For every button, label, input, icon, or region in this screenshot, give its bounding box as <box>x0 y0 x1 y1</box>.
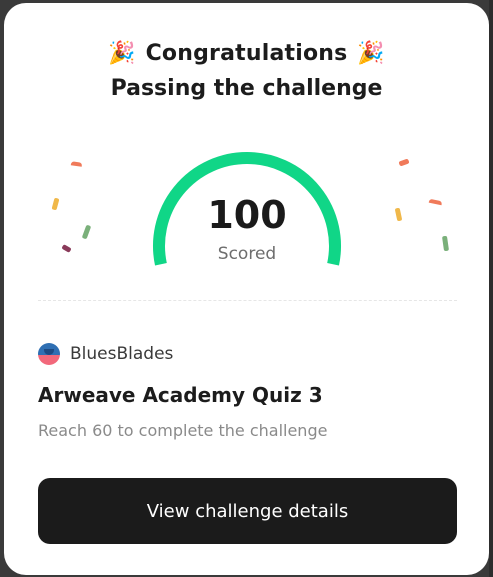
score-gauge: 100 Scored <box>147 143 347 268</box>
confetti-piece <box>81 224 92 240</box>
header-title-row: 🎉 Congratulations 🎉 <box>4 41 489 66</box>
confetti-piece <box>61 244 72 253</box>
party-popper-icon: 🎉 <box>107 40 136 66</box>
party-popper-icon: 🎉 <box>357 40 386 66</box>
confetti-piece <box>70 161 83 167</box>
challenge-title: Arweave Academy Quiz 3 <box>38 383 323 407</box>
confetti-piece <box>428 198 443 206</box>
section-divider <box>38 300 457 301</box>
author-name: BluesBlades <box>70 344 174 364</box>
confetti-piece <box>51 197 60 211</box>
view-challenge-details-button[interactable]: View challenge details <box>38 478 457 544</box>
score-value: 100 <box>207 193 287 237</box>
modal-header: 🎉 Congratulations 🎉 Passing the challeng… <box>4 41 489 101</box>
backdrop <box>489 0 493 577</box>
score-label: Scored <box>217 244 277 264</box>
confetti-piece <box>441 235 450 252</box>
confetti-piece <box>398 158 410 167</box>
congratulations-title: Congratulations <box>145 41 348 66</box>
subtitle: Passing the challenge <box>110 76 383 101</box>
challenge-requirement: Reach 60 to complete the challenge <box>38 421 328 440</box>
author-row: BluesBlades <box>38 343 173 365</box>
challenge-result-modal: 🎉 Congratulations 🎉 Passing the challeng… <box>4 3 489 575</box>
confetti-piece <box>394 207 403 222</box>
avatar <box>38 343 60 365</box>
